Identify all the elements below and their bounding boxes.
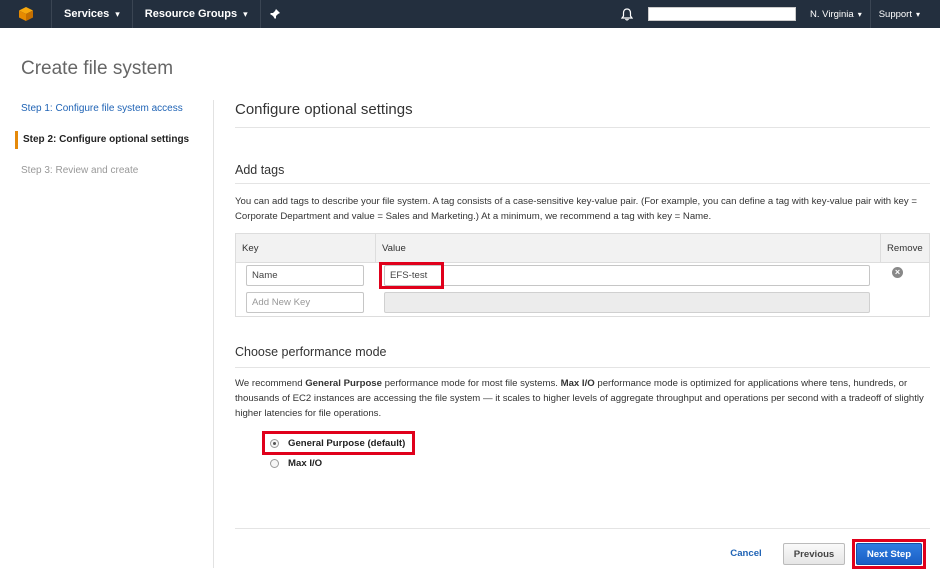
add-tags-heading: Add tags <box>235 163 285 177</box>
column-remove: Remove <box>887 243 923 254</box>
new-key-input[interactable]: Add New Key <box>246 292 364 313</box>
step-1-link[interactable]: Step 1: Configure file system access <box>15 100 210 118</box>
search-input[interactable] <box>648 7 797 21</box>
aws-logo[interactable] <box>0 0 52 28</box>
chevron-down-icon: ▾ <box>243 8 248 19</box>
page-title: Create file system <box>21 58 174 79</box>
tag-key-input[interactable]: Name <box>246 265 364 286</box>
support-label: Support <box>878 8 912 20</box>
step-2-current: Step 2: Configure optional settings <box>15 131 210 149</box>
previous-button[interactable]: Previous <box>783 543 845 565</box>
performance-mode-heading: Choose performance mode <box>235 345 387 359</box>
new-value-input <box>384 292 870 313</box>
value-highlight-box <box>379 262 444 289</box>
wizard-steps: Step 1: Configure file system access Ste… <box>15 100 210 193</box>
tags-description: You can add tags to describe your file s… <box>235 196 917 222</box>
max-io-label: Max I/O <box>288 458 323 469</box>
services-label: Services <box>64 8 110 20</box>
region-selector[interactable]: N. Virginia ▾ <box>802 0 871 28</box>
chevron-down-icon: ▾ <box>115 8 120 19</box>
support-menu[interactable]: Support ▾ <box>871 0 928 28</box>
tag-value-input[interactable]: EFS-test <box>384 265 870 286</box>
next-step-highlight-box <box>852 539 926 569</box>
services-menu[interactable]: Services ▾ <box>52 0 133 28</box>
resource-groups-label: Resource Groups <box>144 8 238 20</box>
remove-tag-icon[interactable]: × <box>892 267 903 278</box>
max-io-radio[interactable] <box>270 459 279 468</box>
section-divider <box>235 127 930 128</box>
performance-divider <box>235 367 930 368</box>
sidebar-divider <box>213 100 214 568</box>
general-purpose-highlight-box <box>262 431 415 455</box>
column-key: Key <box>236 234 376 263</box>
tags-table: Key Value Remove Name EFS-test × Add New… <box>235 233 930 317</box>
max-io-option[interactable]: Max I/O <box>270 458 322 469</box>
chevron-down-icon: ▾ <box>915 9 920 19</box>
pin-icon[interactable] <box>261 0 289 28</box>
step-3-disabled: Step 3: Review and create <box>21 165 139 176</box>
resource-groups-menu[interactable]: Resource Groups ▾ <box>133 0 261 28</box>
tags-divider <box>235 183 930 184</box>
column-value: Value <box>376 234 881 263</box>
chevron-down-icon: ▾ <box>857 9 862 19</box>
tags-table-header: Key Value Remove <box>236 234 929 263</box>
region-label: N. Virginia <box>810 8 854 20</box>
cancel-button[interactable]: Cancel <box>724 546 768 562</box>
bell-icon[interactable] <box>614 0 640 28</box>
performance-description: We recommend General Purpose performance… <box>235 378 924 419</box>
footer-divider <box>235 528 930 529</box>
cube-icon <box>18 7 33 21</box>
top-nav-bar: Services ▾ Resource Groups ▾ N. Virginia… <box>0 0 940 28</box>
section-title: Configure optional settings <box>235 101 413 118</box>
